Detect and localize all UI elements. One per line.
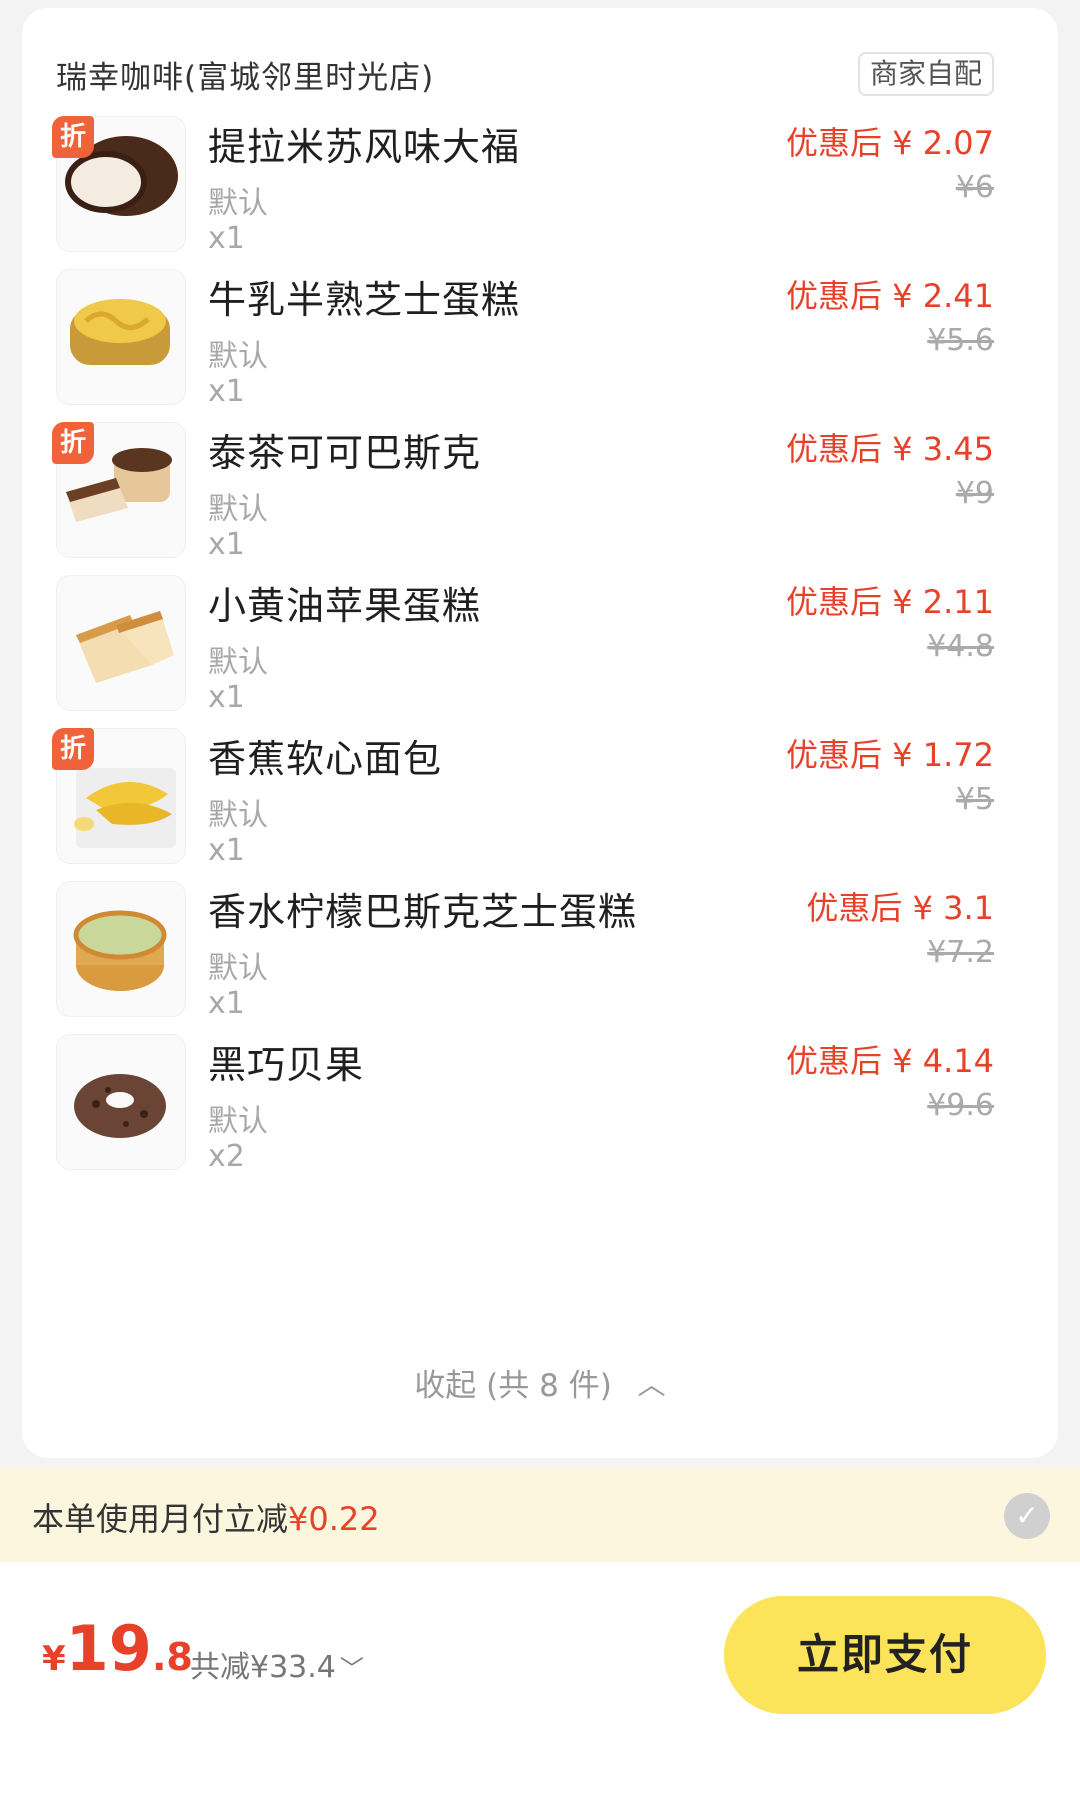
product-image-cheesecake [56,269,186,405]
store-name[interactable]: 瑞幸咖啡(富城邻里时光店) [56,52,434,97]
discounted-price: 优惠后 ¥ 2.07 [786,124,994,162]
collapse-items-button[interactable]: 收起 (共 8 件) ︿ [22,1360,1058,1405]
chevron-up-icon: ︿ [637,1368,666,1401]
promo-text: 本单使用月付立减¥0.22 [32,1494,380,1540]
item-spec: 默认 [208,645,268,680]
monthly-pay-promo[interactable]: 本单使用月付立减¥0.22 ✓ [0,1468,1080,1562]
product-image-butter-apple-cake [56,575,186,711]
original-price: ¥4.8 [927,629,994,664]
discount-tag: 折 [52,728,94,770]
total-integer: 19 [65,1612,152,1685]
item-name: 泰茶可可巴斯克 [208,431,482,475]
product-image-lemon-basque [56,881,186,1017]
total-savings[interactable]: 共减¥33.4 ﹀ [190,1642,364,1686]
checkout-bar: ¥19.8 共减¥33.4 ﹀ 立即支付 [0,1562,1080,1798]
discount-tag: 折 [52,116,94,158]
order-item[interactable]: 折 提拉米苏风味大福 默认 x1 优惠后 ¥ 2.07 ¥6 [22,116,1058,276]
delivery-badge: 商家自配 [857,52,994,96]
order-item[interactable]: 香水柠檬巴斯克芝士蛋糕 默认 x1 优惠后 ¥ 3.1 ¥7.2 [22,881,1058,1041]
order-confirm-page: 瑞幸咖啡(富城邻里时光店) 商家自配 折 提拉米苏风味大福 默认 x1 优惠后 … [0,0,1080,1798]
item-spec: 默认 [208,339,268,374]
currency-symbol: ¥ [42,1639,66,1679]
discount-tag: 折 [52,422,94,464]
item-quantity: x1 [208,374,245,409]
discounted-price: 优惠后 ¥ 3.1 [806,889,994,927]
item-quantity: x1 [208,527,245,562]
item-name: 小黄油苹果蛋糕 [208,584,482,628]
item-spec: 默认 [208,951,268,986]
original-price: ¥5.6 [927,323,994,358]
item-name: 牛乳半熟芝士蛋糕 [208,278,521,322]
order-item[interactable]: 牛乳半熟芝士蛋糕 默认 x1 优惠后 ¥ 2.41 ¥5.6 [22,269,1058,429]
item-name: 提拉米苏风味大福 [208,125,521,169]
item-spec: 默认 [208,186,268,221]
item-name: 黑巧贝果 [208,1043,365,1087]
item-quantity: x2 [208,1139,245,1174]
item-quantity: x1 [208,986,245,1021]
original-price: ¥9 [955,476,994,511]
discounted-price: 优惠后 ¥ 2.41 [786,277,994,315]
order-item[interactable]: 折 泰茶可可巴斯克 默认 x1 优惠后 ¥ 3.45 ¥9 [22,422,1058,582]
order-item[interactable]: 黑巧贝果 默认 x2 优惠后 ¥ 4.14 ¥9.6 [22,1034,1058,1194]
total-price: ¥19.8 [42,1612,193,1685]
promo-label: 本单使用月付立减 [32,1500,289,1538]
item-name: 香水柠檬巴斯克芝士蛋糕 [208,890,638,934]
item-name: 香蕉软心面包 [208,737,443,781]
collapse-label: 收起 (共 8 件) [414,1368,612,1404]
item-quantity: x1 [208,221,245,256]
discounted-price: 优惠后 ¥ 4.14 [786,1042,994,1080]
discounted-price: 优惠后 ¥ 3.45 [786,430,994,468]
chevron-down-icon: ﹀ [339,1655,364,1683]
original-price: ¥5 [955,782,994,817]
order-item[interactable]: 小黄油苹果蛋糕 默认 x1 优惠后 ¥ 2.11 ¥4.8 [22,575,1058,735]
item-spec: 默认 [208,492,268,527]
original-price: ¥9.6 [927,1088,994,1123]
savings-label: 共减¥33.4 [190,1650,336,1685]
total-decimal: .8 [151,1635,193,1679]
item-spec: 默认 [208,798,268,833]
discounted-price: 优惠后 ¥ 2.11 [786,583,994,621]
item-quantity: x1 [208,833,245,868]
order-card: 瑞幸咖啡(富城邻里时光店) 商家自配 折 提拉米苏风味大福 默认 x1 优惠后 … [22,8,1058,1458]
promo-amount: ¥0.22 [288,1500,380,1538]
item-spec: 默认 [208,1104,268,1139]
discounted-price: 优惠后 ¥ 1.72 [786,736,994,774]
item-quantity: x1 [208,680,245,715]
product-image-chocolate-bagel [56,1034,186,1170]
pay-now-button[interactable]: 立即支付 [724,1596,1046,1714]
check-circle-icon[interactable]: ✓ [1004,1493,1050,1539]
original-price: ¥6 [955,170,994,205]
order-item[interactable]: 折 香蕉软心面包 默认 x1 优惠后 ¥ 1.72 ¥5 [22,728,1058,888]
original-price: ¥7.2 [927,935,994,970]
